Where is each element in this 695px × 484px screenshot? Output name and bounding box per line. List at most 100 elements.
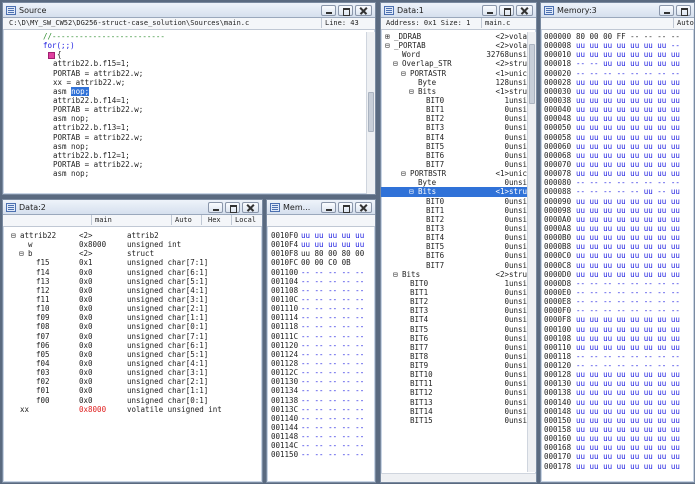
memory-bytes[interactable]: uu uu uu uu uu uu uu uu	[576, 370, 680, 379]
source-line[interactable]: PORTAB = attrib22.w;	[23, 69, 366, 78]
table-row[interactable]: BIT11 0 unsi	[381, 379, 527, 388]
breakpoint-marker-icon[interactable]	[48, 51, 55, 59]
table-row[interactable]: BIT14 0 unsi	[381, 407, 527, 416]
memory-bytes[interactable]: uu uu uu uu uu uu uu uu	[576, 87, 680, 96]
variable-value[interactable]: <2>	[79, 249, 93, 258]
table-row[interactable]: Byte 0 unsi	[381, 178, 527, 187]
memory-bytes[interactable]: -- -- -- -- --	[301, 405, 364, 414]
table-row[interactable]: BIT5 0 unsi	[381, 142, 527, 151]
source-line[interactable]: attrib22.b.f15=1;	[23, 59, 366, 68]
memory-bytes[interactable]: -- -- -- -- -- -- -- --	[576, 361, 680, 370]
variable-value[interactable]: 0x1	[79, 258, 93, 267]
memory-bytes[interactable]: -- -- -- -- --	[301, 386, 364, 395]
table-row[interactable]: BIT1 0 unsi	[381, 206, 527, 215]
memory-bytes[interactable]: -- -- -- -- --	[301, 304, 364, 313]
table-row[interactable]: ⊟ PORTASTR <1> unic	[381, 69, 527, 78]
table-row[interactable]: BIT0 1 unsi	[381, 279, 527, 288]
table-row[interactable]: f12 0x0 unsigned char[4:1]	[3, 286, 262, 295]
memory-bytes[interactable]: -- -- -- -- --	[301, 368, 364, 377]
minimize-button[interactable]	[208, 202, 223, 213]
variable-value[interactable]: 0x0	[79, 304, 93, 313]
table-row[interactable]: BIT7 0 unsi	[381, 261, 527, 270]
table-row[interactable]: BIT10 0 unsi	[381, 370, 527, 379]
table-row[interactable]: BIT6 0 unsi	[381, 251, 527, 260]
memory-bytes[interactable]: uu uu uu uu uu	[301, 231, 364, 240]
memory-bytes[interactable]: uu uu uu uu uu uu uu uu	[576, 452, 680, 461]
memory-bytes[interactable]: uu uu uu uu uu uu uu uu	[576, 462, 680, 471]
data2-col-local[interactable]: Local	[231, 215, 256, 225]
memory-bytes[interactable]: -- -- -- -- --	[301, 341, 364, 350]
table-row[interactable]: f00 0x0 unsigned char[0:1]	[3, 396, 262, 405]
memory-bytes[interactable]: -- -- uu uu uu uu uu uu	[576, 59, 680, 68]
table-row[interactable]: Byte 128 unsi	[381, 78, 527, 87]
memory-bytes[interactable]: -- -- -- -- --	[301, 377, 364, 386]
data1-variable-list[interactable]: ⊞ _DDRAB <2> vola ⊟ _PORTAB <2> vola Word 3276…	[381, 32, 527, 472]
table-row[interactable]: BIT9 0 unsi	[381, 361, 527, 370]
memory-bytes[interactable]: uu uu uu uu uu uu uu uu	[576, 96, 680, 105]
table-row[interactable]: BIT3 0 unsi	[381, 306, 527, 315]
memory-bytes[interactable]: -- -- -- -- --	[301, 423, 364, 432]
memory-small-titlebar[interactable]: Mem...	[267, 200, 375, 215]
table-row[interactable]: BIT8 0 unsi	[381, 352, 527, 361]
table-row[interactable]: f04 0x0 unsigned char[4:1]	[3, 359, 262, 368]
close-button[interactable]	[242, 202, 259, 213]
data1-titlebar[interactable]: Data:1	[381, 3, 536, 18]
variable-value[interactable]: 0x8000	[79, 405, 106, 414]
table-row[interactable]: BIT5 0 unsi	[381, 325, 527, 334]
memory-bytes[interactable]: uu uu uu uu uu uu uu uu	[576, 379, 680, 388]
source-line[interactable]: PORTAB = attrib22.w;	[23, 133, 366, 142]
minimize-button[interactable]	[482, 5, 497, 16]
variable-value[interactable]: 0x0	[79, 313, 93, 322]
data2-col-hex[interactable]: Hex	[201, 215, 231, 225]
memory-bytes[interactable]: uu uu uu uu uu uu uu uu	[576, 206, 680, 215]
memory-bytes[interactable]: uu uu uu uu uu uu uu uu	[576, 105, 680, 114]
memory3-dump[interactable]: 000000 80 00 00 FF -- -- -- -- 000008 uu uu…	[541, 32, 694, 482]
source-line[interactable]: PORTAB = attrib22.w;	[23, 160, 366, 169]
table-row[interactable]: BIT1 0 unsi	[381, 288, 527, 297]
memory3-titlebar[interactable]: Memory:3	[541, 3, 694, 18]
table-row[interactable]: BIT4 0 unsi	[381, 315, 527, 324]
close-button[interactable]	[355, 202, 372, 213]
table-row[interactable]: BIT7 0 unsi	[381, 160, 527, 169]
source-line[interactable]: asm nop;	[23, 142, 366, 151]
table-row[interactable]: BIT6 0 unsi	[381, 151, 527, 160]
memory-bytes[interactable]: 80 00 00 FF -- -- -- --	[576, 32, 680, 41]
memory-bytes[interactable]: uu uu uu uu uu uu uu uu	[576, 169, 680, 178]
table-row[interactable]: f08 0x0 unsigned char[0:1]	[3, 322, 262, 331]
variable-value[interactable]: <2>	[495, 59, 509, 68]
memory-bytes[interactable]: -- -- -- -- --	[301, 441, 364, 450]
source-line[interactable]: attrib22.b.f13=1;	[23, 123, 366, 132]
memory-bytes[interactable]: -- -- -- -- -- uu -- uu	[576, 187, 680, 196]
table-row[interactable]: ⊟ attrib22 <2> attrib2	[3, 231, 262, 240]
memory-bytes[interactable]: uu uu uu uu uu uu uu uu	[576, 142, 680, 151]
variable-value[interactable]: <1>	[495, 187, 509, 196]
source-line[interactable]: attrib22.b.f14=1;	[23, 96, 366, 105]
minimize-button[interactable]	[321, 202, 336, 213]
table-row[interactable]: BIT5 0 unsi	[381, 242, 527, 251]
data2-col-auto[interactable]: Auto	[171, 215, 201, 225]
variable-value[interactable]: 0x0	[79, 368, 93, 377]
memory-bytes[interactable]: uu uu uu uu uu uu uu uu	[576, 407, 680, 416]
memory-bytes[interactable]: uu uu uu uu uu uu uu uu	[576, 261, 680, 270]
table-row[interactable]: BIT7 0 unsi	[381, 343, 527, 352]
memory3-window[interactable]: Memory:3 Auto 000000 80 00 00 FF -- -- --…	[540, 2, 695, 483]
variable-value[interactable]: 0x0	[79, 386, 93, 395]
source-line[interactable]: {	[23, 50, 366, 59]
source-vertical-scrollbar[interactable]	[366, 32, 375, 194]
variable-value[interactable]: <1>	[495, 169, 509, 178]
table-row[interactable]: BIT3 0 unsi	[381, 123, 527, 132]
memory-bytes[interactable]: uu uu uu uu uu uu uu uu	[576, 334, 680, 343]
data1-horizontal-scrollbar[interactable]	[381, 473, 536, 482]
memory-bytes[interactable]: -- -- -- -- --	[301, 322, 364, 331]
memory-bytes[interactable]: uu uu uu uu uu uu uu uu	[576, 388, 680, 397]
data2-titlebar[interactable]: Data:2	[3, 200, 262, 215]
table-row[interactable]: ⊟ Bits <1> stru	[381, 87, 527, 96]
memory-bytes[interactable]: uu uu uu uu uu uu uu uu	[576, 242, 680, 251]
table-row[interactable]: BIT4 0 unsi	[381, 133, 527, 142]
memory-bytes[interactable]: uu uu uu uu uu uu uu uu	[576, 133, 680, 142]
table-row[interactable]: ⊟ Overlap_STR <2> stru	[381, 59, 527, 68]
source-line[interactable]: asm nop;	[23, 86, 366, 96]
memory-bytes[interactable]: -- -- -- -- --	[301, 359, 364, 368]
maximize-button[interactable]	[499, 5, 514, 16]
table-row[interactable]: BIT15 0 unsi	[381, 416, 527, 425]
